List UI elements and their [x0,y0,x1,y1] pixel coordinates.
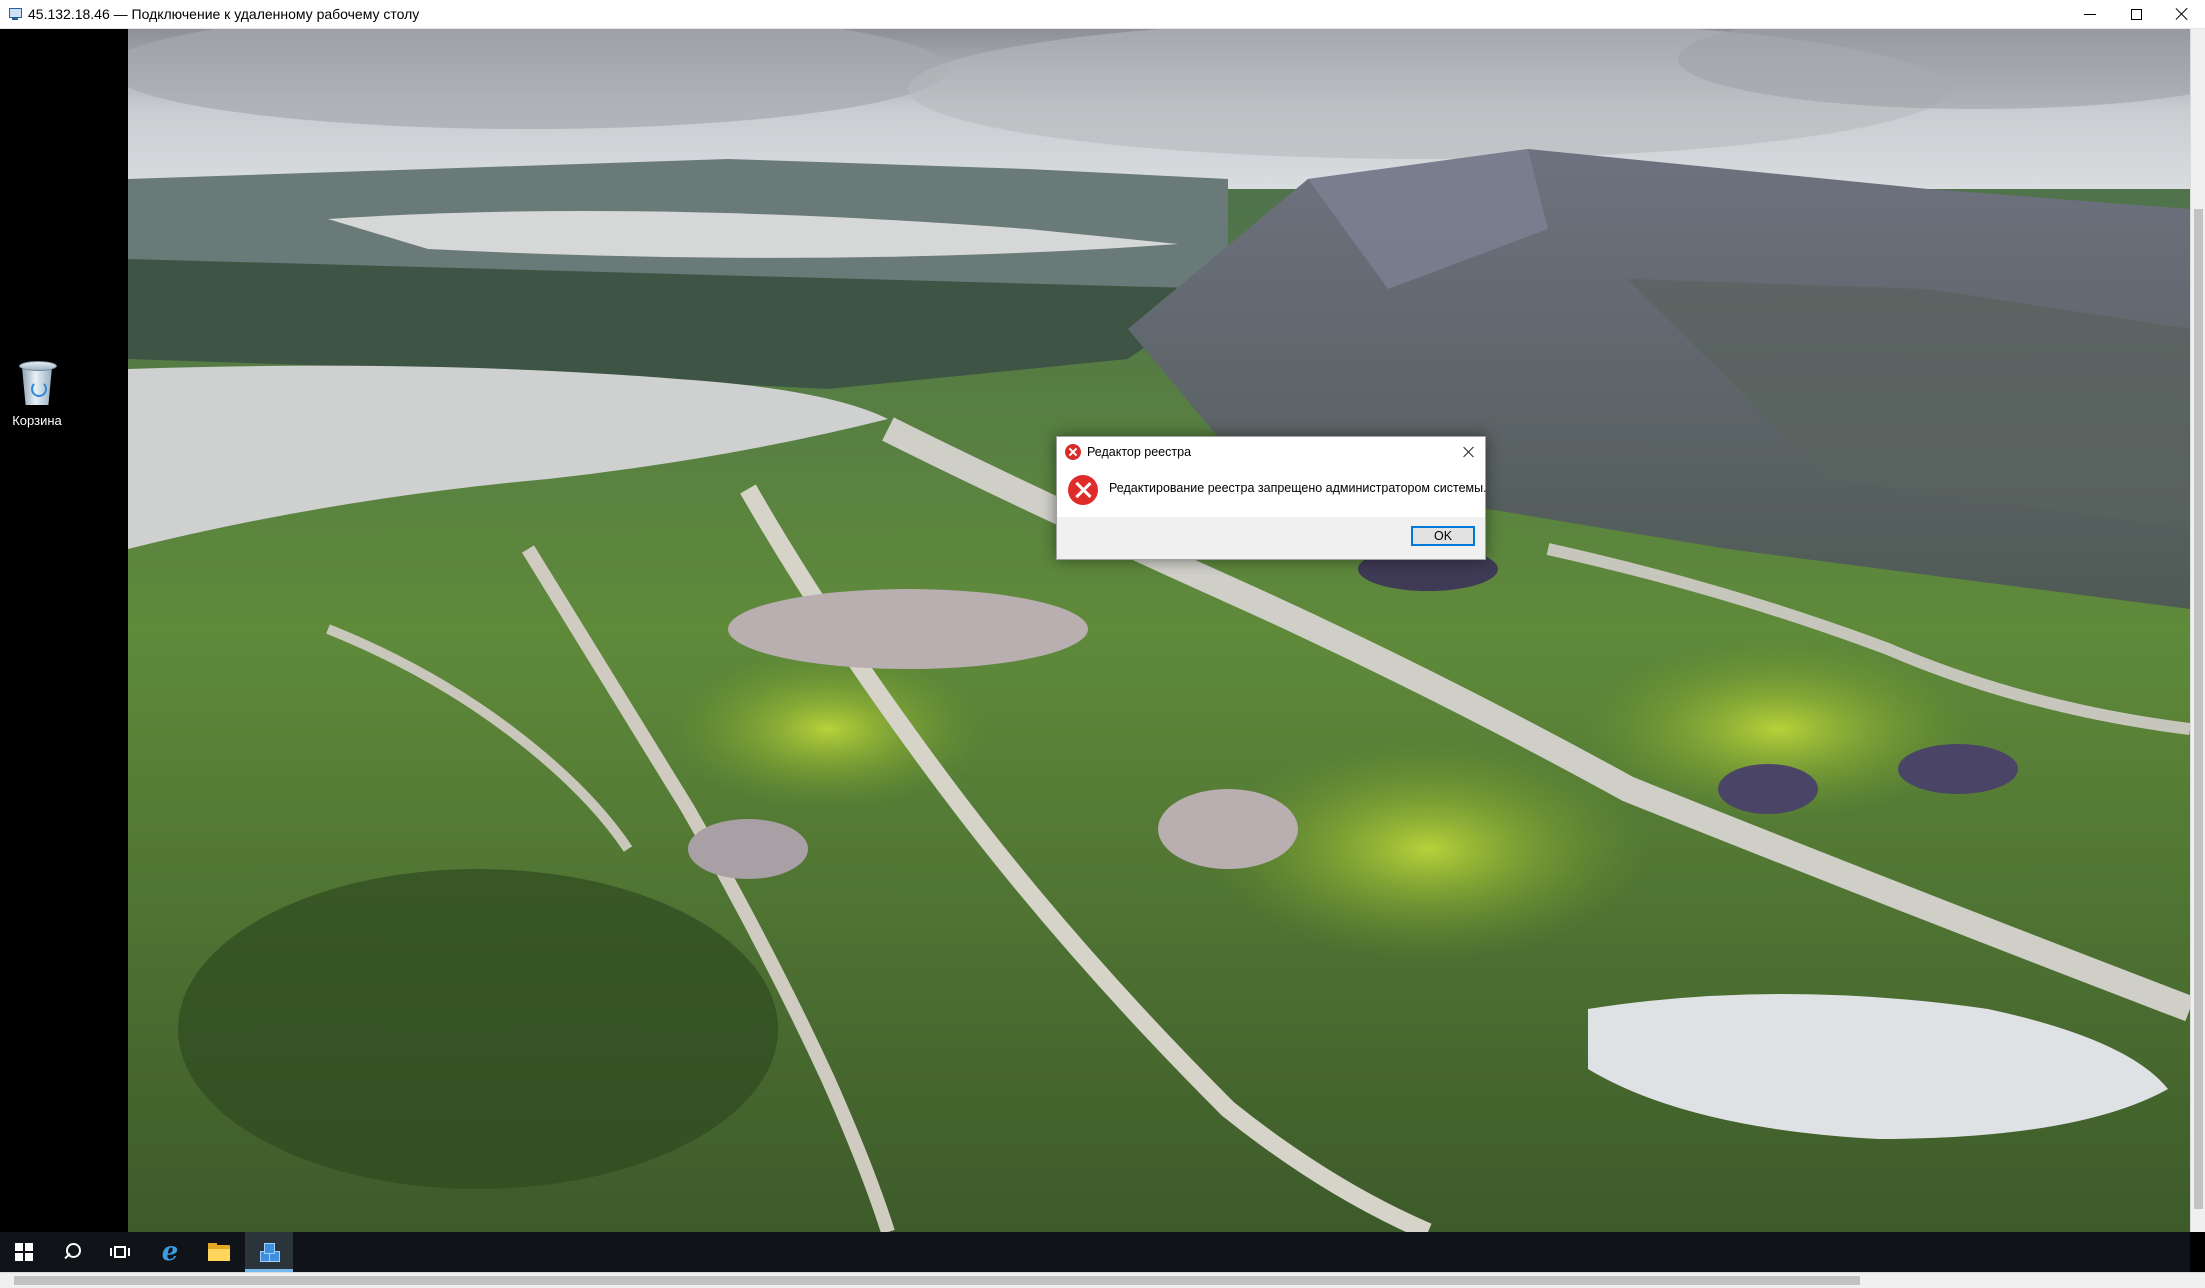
dialog-message: Редактирование реестра запрещено админис… [1109,481,1487,495]
close-icon [1463,446,1475,458]
ok-button[interactable]: OK [1411,526,1475,546]
desktop-left-area: Корзина [0,29,128,1232]
desktop-icon-label: Корзина [12,413,62,428]
taskbar-registry-editor[interactable] [245,1232,293,1272]
task-view-icon [110,1244,130,1260]
rdp-titlebar: 45.132.18.46 — Подключение к удаленному … [0,0,2205,29]
desktop-icon-recycle-bin[interactable]: Корзина [6,359,68,428]
maximize-icon [2130,8,2142,20]
close-window-button[interactable] [2159,0,2205,28]
dialog-close-button[interactable] [1459,442,1479,462]
task-view-button[interactable] [96,1232,144,1272]
dialog-body: Редактирование реестра запрещено админис… [1057,467,1487,511]
window-controls [2067,0,2205,28]
minimize-icon [2084,13,2096,15]
start-button[interactable] [0,1232,48,1272]
dialog-footer: OK [1057,517,1485,559]
close-icon [2175,7,2189,21]
windows-logo-icon [15,1243,33,1261]
internet-explorer-icon: e [161,1237,179,1267]
taskbar-internet-explorer[interactable]: e [146,1232,194,1272]
dialog-title: Редактор реестра [1087,445,1192,459]
horizontal-scroll-thumb[interactable] [14,1276,1860,1285]
desktop-wallpaper [128,29,2190,1232]
recycle-bin-icon [17,359,57,407]
search-icon [63,1243,81,1261]
rdp-window-title: 45.132.18.46 — Подключение к удаленному … [28,6,420,22]
search-button[interactable] [48,1232,96,1272]
taskbar: e [0,1232,2190,1272]
vertical-scroll-thumb[interactable] [2194,209,2203,1209]
vertical-scrollbar[interactable] [2190,29,2205,1232]
minimize-button[interactable] [2067,0,2113,28]
registry-error-dialog: Редактор реестра Редактирование реестра … [1056,436,1487,560]
error-small-icon [1065,444,1081,460]
error-icon [1068,475,1098,505]
regedit-icon [258,1241,280,1263]
maximize-button[interactable] [2113,0,2159,28]
taskbar-file-explorer[interactable] [195,1232,243,1272]
dialog-titlebar: Редактор реестра [1057,437,1485,467]
remote-desktop-icon [8,7,22,21]
folder-icon [208,1243,230,1261]
horizontal-scrollbar[interactable] [0,1272,2205,1288]
